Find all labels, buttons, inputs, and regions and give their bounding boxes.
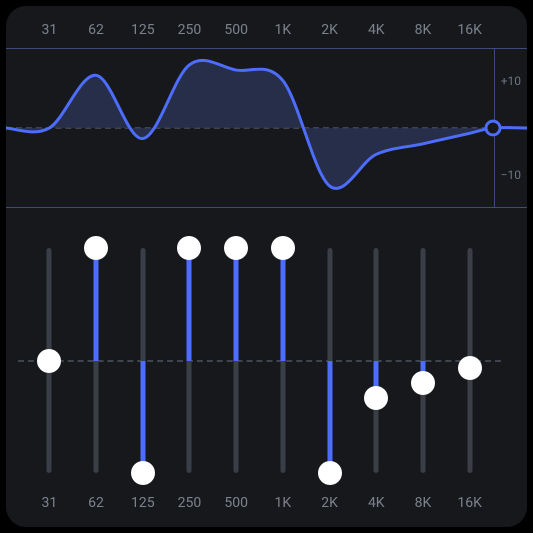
eq-slider-fill [187, 248, 192, 361]
eq-slider-track [234, 248, 239, 473]
freq-label-bottom-4K: 4K [353, 495, 400, 511]
freq-label-top-250: 250 [166, 22, 213, 38]
eq-slider-fill [94, 248, 99, 361]
freq-label-bottom-62: 62 [73, 495, 120, 511]
eq-slider-thumb[interactable] [364, 386, 388, 410]
eq-slider-thumb[interactable] [224, 236, 248, 260]
eq-slider-16K[interactable] [446, 238, 493, 483]
eq-slider-125[interactable] [119, 238, 166, 483]
eq-slider-31[interactable] [26, 238, 73, 483]
freq-labels-top: 31621252505001K2K4K8K16K [26, 12, 493, 48]
eq-slider-thumb[interactable] [318, 461, 342, 485]
eq-slider-thumb[interactable] [131, 461, 155, 485]
eq-slider-thumb[interactable] [411, 371, 435, 395]
eq-slider-2K[interactable] [306, 238, 353, 483]
eq-slider-track [187, 248, 192, 473]
eq-slider-fill [327, 361, 332, 474]
eq-slider-500[interactable] [213, 238, 260, 483]
eq-slider-track [280, 248, 285, 473]
eq-slider-fill [140, 361, 145, 474]
freq-label-top-31: 31 [26, 22, 73, 38]
eq-slider-track [327, 248, 332, 473]
eq-slider-track [374, 248, 379, 473]
freq-label-bottom-31: 31 [26, 495, 73, 511]
eq-panel: 31621252505001K2K4K8K16K +10 −10 3162125… [6, 6, 527, 527]
eq-sliders [26, 238, 493, 483]
eq-slider-thumb[interactable] [271, 236, 295, 260]
eq-slider-250[interactable] [166, 238, 213, 483]
eq-slider-8K[interactable] [400, 238, 447, 483]
freq-label-top-500: 500 [213, 22, 260, 38]
freq-label-top-125: 125 [119, 22, 166, 38]
freq-label-top-2K: 2K [306, 22, 353, 38]
freq-label-bottom-16K: 16K [446, 495, 493, 511]
eq-slider-fill [234, 248, 239, 361]
freq-label-top-62: 62 [73, 22, 120, 38]
freq-labels-bottom: 31621252505001K2K4K8K16K [26, 485, 493, 521]
freq-label-bottom-125: 125 [119, 495, 166, 511]
freq-label-bottom-1K: 1K [260, 495, 307, 511]
graph-svg [6, 49, 527, 207]
freq-label-bottom-500: 500 [213, 495, 260, 511]
freq-label-top-4K: 4K [353, 22, 400, 38]
eq-curve-endpoint[interactable] [486, 121, 500, 135]
eq-slider-thumb[interactable] [177, 236, 201, 260]
eq-slider-thumb[interactable] [458, 356, 482, 380]
freq-label-bottom-250: 250 [166, 495, 213, 511]
freq-label-bottom-2K: 2K [306, 495, 353, 511]
eq-slider-thumb[interactable] [84, 236, 108, 260]
eq-slider-thumb[interactable] [37, 349, 61, 373]
freq-label-top-16K: 16K [446, 22, 493, 38]
eq-slider-4K[interactable] [353, 238, 400, 483]
freq-label-bottom-8K: 8K [400, 495, 447, 511]
eq-slider-track [420, 248, 425, 473]
eq-slider-track [140, 248, 145, 473]
freq-label-top-8K: 8K [400, 22, 447, 38]
eq-slider-62[interactable] [73, 238, 120, 483]
eq-slider-1K[interactable] [260, 238, 307, 483]
eq-response-graph: +10 −10 [6, 48, 527, 208]
freq-label-top-1K: 1K [260, 22, 307, 38]
eq-slider-fill [280, 248, 285, 361]
eq-slider-track [94, 248, 99, 473]
eq-curve-fill [6, 60, 527, 188]
